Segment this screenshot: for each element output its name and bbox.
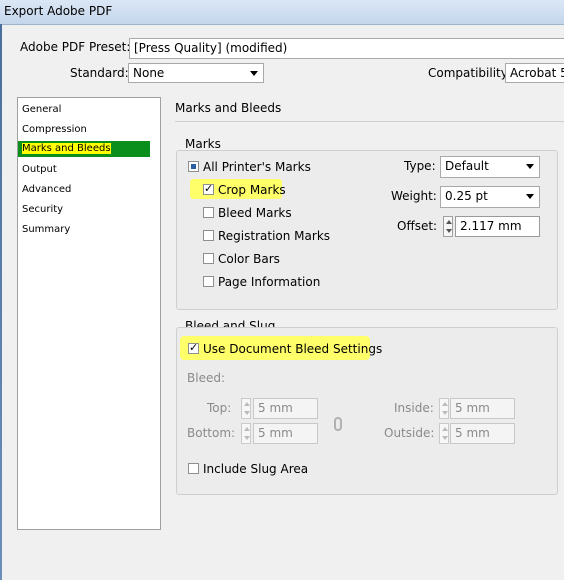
- sidebar-item-label: Marks and Bleeds: [22, 143, 111, 154]
- bottom-spinner-icon[interactable]: [241, 423, 251, 444]
- inside-value: 5 mm: [455, 401, 490, 415]
- window-title: Export Adobe PDF: [4, 4, 113, 18]
- category-list[interactable]: General Compression Marks and Bleeds Out…: [17, 97, 161, 530]
- crop-marks-checkbox[interactable]: [203, 182, 214, 195]
- registration-marks-checkbox[interactable]: [203, 230, 214, 241]
- compatibility-label: Compatibility:: [428, 66, 512, 80]
- outside-field[interactable]: 5 mm: [450, 423, 515, 444]
- standard-value: None: [133, 66, 165, 80]
- color-bars-checkbox[interactable]: [203, 253, 214, 264]
- sidebar-item-output[interactable]: Output: [22, 164, 57, 175]
- bleed-marks-checkbox[interactable]: [203, 207, 214, 218]
- sidebar-item-compression[interactable]: Compression: [22, 124, 87, 135]
- outside-spinner-icon[interactable]: [439, 423, 449, 444]
- sidebar-item-security[interactable]: Security: [22, 204, 63, 215]
- divider: [175, 121, 564, 122]
- include-slug-checkbox[interactable]: [188, 463, 199, 474]
- preset-dropdown[interactable]: [Press Quality] (modified): [129, 38, 564, 59]
- weight-label: Weight:: [391, 189, 437, 203]
- outside-label: Outside:: [384, 426, 435, 440]
- standard-dropdown[interactable]: None: [128, 63, 264, 83]
- page-information-checkbox[interactable]: [203, 276, 214, 287]
- bottom-label: Bottom:: [187, 426, 236, 440]
- bleed-label: Bleed:: [187, 371, 225, 385]
- chevron-down-icon: [526, 164, 534, 169]
- compatibility-dropdown[interactable]: Acrobat 5: [505, 63, 564, 83]
- window-left-border: [0, 24, 2, 580]
- inside-field[interactable]: 5 mm: [450, 398, 515, 419]
- sidebar-item-marks-and-bleeds[interactable]: Marks and Bleeds: [18, 141, 150, 157]
- page-information-label: Page Information: [218, 275, 321, 289]
- preset-label: Adobe PDF Preset:: [20, 40, 131, 54]
- chevron-down-icon: [250, 71, 258, 76]
- use-document-bleed-checkbox[interactable]: [188, 341, 199, 354]
- compatibility-value: Acrobat 5: [510, 66, 564, 80]
- bleed-marks-label: Bleed Marks: [218, 206, 292, 220]
- inside-label: Inside:: [394, 401, 434, 415]
- include-slug-label: Include Slug Area: [203, 462, 309, 476]
- sidebar-item-summary[interactable]: Summary: [22, 224, 70, 235]
- type-dropdown[interactable]: Default: [440, 156, 540, 178]
- bottom-field[interactable]: 5 mm: [253, 423, 318, 444]
- color-bars-label: Color Bars: [218, 252, 280, 266]
- registration-marks-label: Registration Marks: [218, 229, 331, 243]
- chevron-down-icon: [526, 194, 534, 199]
- all-printers-marks-label: All Printer's Marks: [203, 160, 311, 174]
- type-value: Default: [445, 159, 489, 173]
- crop-marks-label: Crop Marks: [218, 183, 286, 197]
- type-label: Type:: [404, 159, 436, 173]
- bottom-value: 5 mm: [258, 426, 293, 440]
- offset-field[interactable]: 2.117 mm: [455, 216, 540, 237]
- top-field[interactable]: 5 mm: [253, 398, 318, 419]
- all-printers-marks-checkbox[interactable]: [188, 161, 199, 172]
- weight-dropdown[interactable]: 0.25 pt: [440, 186, 540, 208]
- marks-group-title: Marks: [185, 137, 221, 151]
- offset-value: 2.117 mm: [460, 219, 522, 233]
- standard-label: Standard:: [70, 66, 129, 80]
- use-document-bleed-label: Use Document Bleed Settings: [203, 342, 383, 356]
- outside-value: 5 mm: [455, 426, 490, 440]
- sidebar-item-advanced[interactable]: Advanced: [22, 184, 71, 195]
- preset-value: [Press Quality] (modified): [134, 41, 288, 55]
- inside-spinner-icon[interactable]: [439, 398, 449, 419]
- title-bar: Export Adobe PDF: [0, 0, 564, 25]
- top-value: 5 mm: [258, 401, 293, 415]
- offset-spinner-icon[interactable]: [443, 216, 453, 237]
- sidebar-item-general[interactable]: General: [22, 104, 61, 115]
- top-spinner-icon[interactable]: [241, 398, 251, 419]
- top-label: Top:: [207, 401, 232, 415]
- weight-value: 0.25 pt: [445, 189, 488, 203]
- chain-link-icon[interactable]: [334, 417, 342, 431]
- offset-label: Offset:: [397, 219, 438, 233]
- page-title: Marks and Bleeds: [175, 101, 282, 115]
